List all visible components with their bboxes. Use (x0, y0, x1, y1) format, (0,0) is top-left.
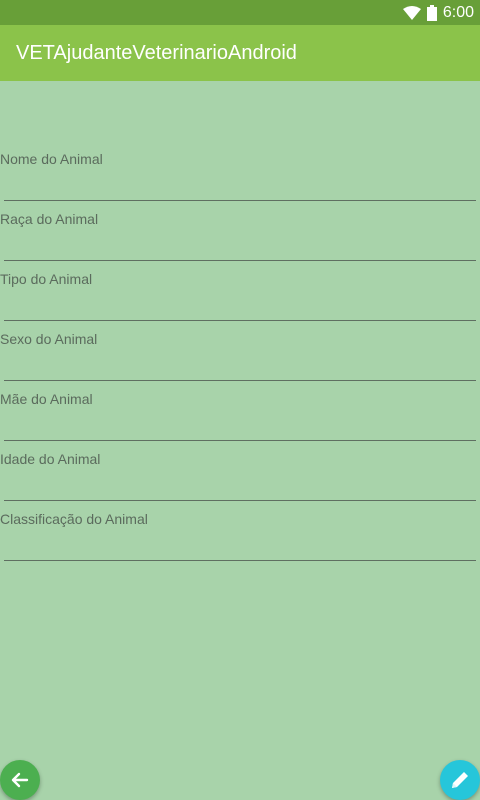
status-icons: 6:00 (402, 0, 474, 25)
field-tipo-animal: Tipo do Animal (0, 271, 480, 331)
field-label: Idade do Animal (0, 451, 101, 467)
back-button[interactable] (0, 760, 40, 800)
status-time: 6:00 (442, 4, 474, 21)
input-underline (4, 320, 476, 321)
wifi-icon (402, 5, 421, 20)
field-label: Sexo do Animal (0, 331, 98, 347)
pencil-icon (452, 772, 468, 788)
input-underline (4, 440, 476, 441)
field-label: Mãe do Animal (0, 391, 93, 407)
app-bar: VETAjudanteVeterinarioAndroid (0, 25, 480, 81)
field-label: Nome do Animal (0, 151, 103, 167)
mae-animal-input[interactable] (4, 411, 476, 439)
input-underline (4, 200, 476, 201)
field-label: Raça do Animal (0, 211, 99, 227)
input-underline (4, 560, 476, 561)
input-underline (4, 260, 476, 261)
input-underline (4, 500, 476, 501)
edit-button[interactable] (440, 760, 480, 800)
field-sexo-animal: Sexo do Animal (0, 331, 480, 391)
nome-animal-input[interactable] (4, 171, 476, 199)
arrow-left-icon (11, 772, 29, 788)
field-label: Tipo do Animal (0, 271, 93, 287)
field-mae-animal: Mãe do Animal (0, 391, 480, 451)
tipo-animal-input[interactable] (4, 291, 476, 319)
idade-animal-input[interactable] (4, 471, 476, 499)
field-raca-animal: Raça do Animal (0, 211, 480, 271)
input-underline (4, 380, 476, 381)
status-bar: 6:00 (0, 0, 480, 25)
app-title: VETAjudanteVeterinarioAndroid (16, 42, 297, 64)
raca-animal-input[interactable] (4, 231, 476, 259)
field-classificacao-animal: Classificação do Animal (0, 511, 480, 571)
classificacao-animal-input[interactable] (4, 531, 476, 559)
field-label: Classificação do Animal (0, 511, 148, 527)
sexo-animal-input[interactable] (4, 351, 476, 379)
battery-icon (426, 4, 437, 21)
field-nome-animal: Nome do Animal (0, 151, 480, 211)
field-idade-animal: Idade do Animal (0, 451, 480, 511)
